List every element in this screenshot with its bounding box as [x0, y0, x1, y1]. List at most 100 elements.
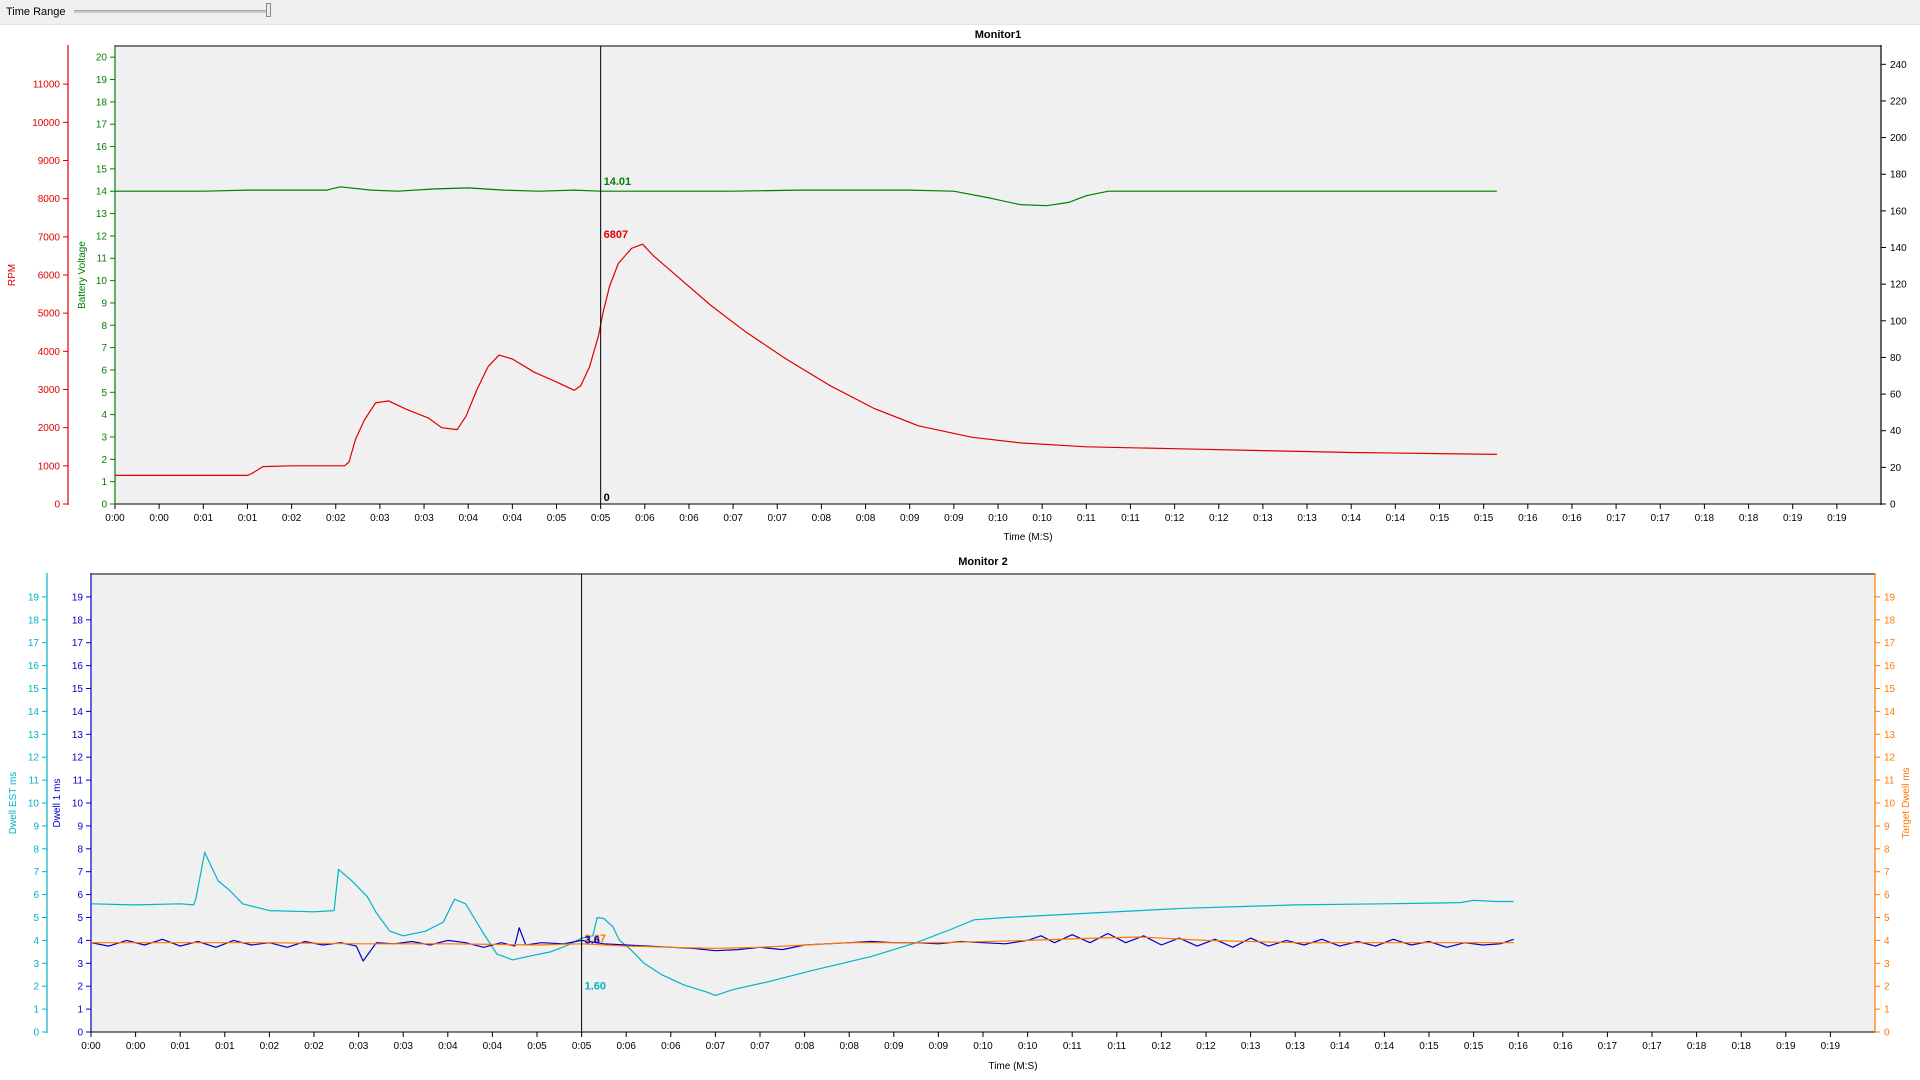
x-tick-label: 0:13	[1297, 513, 1317, 524]
x-tick-label: 0:15	[1474, 513, 1494, 524]
y-tick-label: 19	[1884, 592, 1896, 603]
x-tick-label: 0:14	[1386, 513, 1406, 524]
y-tick-label: 16	[1884, 661, 1896, 672]
y-tick-label: 17	[96, 120, 108, 131]
y-axis-target: 012345678910111213141516171819Target Dwe…	[1874, 573, 1912, 1039]
y-tick-label: 11	[97, 254, 108, 265]
y-tick-label: 40	[1890, 426, 1902, 437]
y-tick-label: 9000	[38, 156, 61, 167]
y-tick-label: 7000	[38, 232, 61, 243]
y-tick-label: 2	[33, 982, 39, 993]
y-tick-label: 0	[33, 1028, 39, 1039]
x-tick-label: 0:12	[1165, 513, 1185, 524]
y-tick-label: 16	[72, 661, 84, 672]
y-tick-label: 11	[29, 776, 40, 787]
y-axis-label: Dwell EST ms	[8, 772, 19, 835]
x-tick-label: 0:12	[1196, 1041, 1216, 1052]
x-tick-label: 0:06	[616, 1041, 636, 1052]
x-tick-label: 0:18	[1739, 513, 1759, 524]
x-tick-label: 0:15	[1464, 1041, 1484, 1052]
x-tick-label: 0:16	[1553, 1041, 1573, 1052]
x-tick-label: 0:17	[1606, 513, 1626, 524]
y-tick-label: 9	[33, 821, 39, 832]
y-tick-label: 15	[1884, 684, 1896, 695]
y-tick-label: 13	[96, 209, 108, 220]
y-tick-label: 12	[1884, 753, 1896, 764]
y-tick-label: 60	[1890, 390, 1902, 401]
y-tick-label: 240	[1890, 60, 1907, 71]
y-tick-label: 4	[33, 936, 39, 947]
y-tick-label: 9	[77, 821, 83, 832]
x-axis-label: Time (M:S)	[1003, 532, 1052, 543]
x-tick-label: 0:03	[414, 513, 434, 524]
x-tick-label: 0:13	[1285, 1041, 1305, 1052]
y-tick-label: 16	[28, 661, 40, 672]
monitor-charts: Monitor1 0:00 0:00 0:01 0:01 0:02 0:02 0:03 0:03…	[7, 29, 1912, 1072]
x-tick-label: 0:01	[238, 513, 258, 524]
x-tick-label: 0:13	[1253, 513, 1273, 524]
x-tick-label: 0:10	[973, 1041, 993, 1052]
x-tick-label: 0:07	[768, 513, 788, 524]
x-tick-label: 0:08	[839, 1041, 859, 1052]
y-tick-label: 1	[1884, 1005, 1890, 1016]
y-axis-label: Dwell 1 ms	[52, 779, 63, 828]
y-tick-label: 11	[1884, 776, 1895, 787]
y-tick-label: 17	[28, 638, 40, 649]
x-axis-label: Time (M:S)	[988, 1061, 1037, 1072]
cursor-value-label: 14.01	[604, 176, 632, 188]
cursor-value-label: 0	[604, 492, 610, 504]
x-tick-label: 0:16	[1508, 1041, 1528, 1052]
x-tick-label: 0:06	[635, 513, 655, 524]
y-tick-label: 19	[72, 592, 84, 603]
y-tick-label: 2000	[38, 423, 61, 434]
x-tick-label: 0:16	[1562, 513, 1582, 524]
y-tick-label: 17	[1884, 638, 1896, 649]
cursor-value-label: 6807	[604, 229, 628, 241]
x-tick-label: 0:09	[884, 1041, 904, 1052]
x-tick-label: 0:09	[900, 513, 920, 524]
y-tick-label: 9	[101, 298, 107, 309]
y-tick-label: 0	[54, 500, 60, 511]
y-tick-label: 17	[72, 638, 84, 649]
y-tick-label: 16	[96, 142, 108, 153]
x-tick-label: 0:00	[149, 513, 169, 524]
y-tick-label: 8	[77, 844, 83, 855]
y-tick-label: 20	[1890, 463, 1902, 474]
cursor-value-label: 3.6	[585, 935, 600, 947]
x-tick-label: 0:11	[1121, 513, 1140, 524]
y-tick-label: 4000	[38, 347, 61, 358]
y-tick-label: 0	[1890, 500, 1896, 511]
x-tick-label: 0:11	[1063, 1041, 1082, 1052]
y-axis-label: RPM	[7, 264, 18, 286]
x-tick-label: 0:05	[572, 1041, 592, 1052]
y-tick-label: 13	[1884, 730, 1896, 741]
chart-monitor-2: Monitor 2 0:00 0:00 0:01 0:01 0:02 0:02 0:03 0:0…	[8, 556, 1912, 1072]
x-tick-label: 0:12	[1152, 1041, 1172, 1052]
x-tick-label: 0:12	[1209, 513, 1229, 524]
y-axis-dwell1: 012345678910111213141516171819Dwell 1 ms	[52, 573, 92, 1039]
y-tick-label: 5	[77, 913, 83, 924]
y-tick-label: 180	[1890, 170, 1907, 181]
y-tick-label: 5	[101, 388, 107, 399]
x-tick-label: 0:03	[349, 1041, 369, 1052]
y-tick-label: 8000	[38, 194, 61, 205]
y-tick-label: 9	[1884, 821, 1890, 832]
y-tick-label: 160	[1890, 206, 1907, 217]
y-tick-label: 18	[1884, 615, 1896, 626]
x-tick-label: 0:05	[547, 513, 567, 524]
x-tick-label: 0:04	[438, 1041, 458, 1052]
y-axis-volt: 01234567891011121314151617181920Battery …	[77, 45, 116, 511]
x-tick-label: 0:15	[1419, 1041, 1439, 1052]
y-tick-label: 10	[1884, 799, 1896, 810]
y-tick-label: 4	[77, 936, 83, 947]
x-tick-label: 0:15	[1430, 513, 1450, 524]
x-tick-label: 0:09	[944, 513, 964, 524]
x-tick-label: 0:17	[1651, 513, 1671, 524]
y-tick-label: 8	[1884, 844, 1890, 855]
y-tick-label: 19	[28, 592, 40, 603]
y-axis-rpm: 0 1000 2000 3000 4000 5000 6000 7000 8000 9000 100…	[7, 45, 69, 511]
x-tick-label: 0:03	[370, 513, 390, 524]
y-tick-label: 14	[28, 707, 40, 718]
y-tick-label: 3000	[38, 385, 61, 396]
x-tick-label: 0:02	[260, 1041, 280, 1052]
